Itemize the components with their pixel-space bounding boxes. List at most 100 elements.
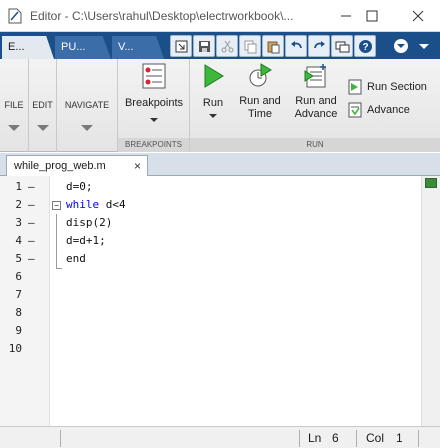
code-line[interactable]: 2 – − while d<4 bbox=[0, 198, 420, 216]
line-number: 4 bbox=[15, 234, 22, 247]
chevron-down-icon bbox=[209, 114, 217, 118]
undo-button[interactable] bbox=[285, 35, 307, 57]
run-and-time-button[interactable]: Run and Time bbox=[234, 63, 286, 121]
edit-group[interactable]: EDIT bbox=[29, 59, 57, 152]
line-number: 2 bbox=[15, 198, 22, 211]
run-label: Run bbox=[202, 97, 224, 109]
breakpoint-marker[interactable]: – bbox=[28, 198, 35, 211]
expand-icon bbox=[394, 39, 408, 53]
code-line[interactable]: 10 bbox=[0, 342, 420, 360]
run-section-label: Run Section bbox=[367, 81, 427, 93]
line-label: Ln bbox=[308, 431, 322, 445]
redo-icon bbox=[313, 40, 325, 48]
close-window-button[interactable] bbox=[398, 0, 438, 32]
navigate-group-label: NAVIGATE bbox=[64, 100, 110, 110]
status-divider bbox=[418, 430, 419, 447]
paste-button[interactable] bbox=[262, 35, 284, 57]
close-icon bbox=[412, 10, 424, 22]
code-line[interactable]: 1 – d=0; bbox=[0, 180, 420, 198]
breakpoint-marker[interactable]: – bbox=[28, 252, 35, 265]
breakpoints-button[interactable]: Breakpoints bbox=[122, 63, 186, 122]
file-group[interactable]: FILE bbox=[0, 59, 29, 152]
column-value: 1 bbox=[396, 431, 403, 445]
keyword-while: while bbox=[66, 198, 100, 211]
status-bar: Ln 6 Col 1 bbox=[0, 426, 440, 448]
code-line[interactable]: 8 bbox=[0, 306, 420, 324]
run-and-advance-icon bbox=[304, 64, 326, 88]
copy-button[interactable] bbox=[239, 35, 261, 57]
line-number: 8 bbox=[15, 306, 22, 319]
title-bar: Editor - C:\Users\rahul\Desktop\electrwo… bbox=[0, 0, 440, 32]
document-tab-bar: while_prog_web.m × bbox=[0, 153, 440, 177]
document-tab[interactable]: while_prog_web.m × bbox=[6, 155, 148, 177]
status-divider bbox=[356, 430, 357, 447]
code-line[interactable]: 6 bbox=[0, 270, 420, 288]
navigate-group[interactable]: NAVIGATE bbox=[57, 59, 118, 152]
code-line[interactable]: 3 – disp(2) bbox=[0, 216, 420, 234]
tab-view[interactable]: V... bbox=[112, 36, 164, 59]
chevron-down-icon bbox=[150, 118, 158, 122]
tab-editor-label: E... bbox=[8, 41, 25, 53]
play-icon bbox=[204, 64, 224, 88]
advance-icon bbox=[348, 102, 362, 118]
undo-icon bbox=[290, 40, 302, 48]
help-icon: ? bbox=[358, 39, 372, 53]
keyword-end: end bbox=[66, 252, 86, 265]
line-number: 3 bbox=[15, 216, 22, 229]
breakpoint-marker[interactable]: – bbox=[28, 216, 35, 229]
switch-windows-button[interactable] bbox=[331, 35, 353, 57]
maximize-button[interactable] bbox=[352, 0, 392, 32]
minimize-icon bbox=[341, 15, 351, 17]
document-tab-label: while_prog_web.m bbox=[14, 160, 106, 172]
quick-access-toolbar: ? bbox=[170, 35, 376, 57]
code-line[interactable]: 5 – end bbox=[0, 252, 420, 270]
save-icon bbox=[198, 40, 210, 52]
code-analyzer-status-icon[interactable] bbox=[425, 178, 437, 188]
breakpoints-label: Breakpoints bbox=[124, 97, 184, 109]
code-line[interactable]: 4 – d=d+1; bbox=[0, 234, 420, 252]
run-group: Run Run and Time Run and Advance Run Sec… bbox=[190, 59, 440, 152]
fold-toggle-icon[interactable]: − bbox=[52, 201, 61, 210]
breakpoints-icon bbox=[142, 63, 166, 89]
tab-editor[interactable]: E... bbox=[2, 36, 54, 59]
fold-guide bbox=[56, 214, 57, 268]
redo-button[interactable] bbox=[308, 35, 330, 57]
dock-button[interactable] bbox=[170, 35, 192, 57]
run-button[interactable]: Run bbox=[196, 63, 230, 118]
close-icon[interactable]: × bbox=[134, 159, 141, 173]
code-editor[interactable]: 1 – d=0; 2 – − while d<4 3 – disp(2) 4 –… bbox=[0, 176, 440, 426]
tab-publish[interactable]: PU... bbox=[55, 36, 111, 59]
save-button[interactable] bbox=[193, 35, 215, 57]
code-line[interactable]: 7 bbox=[0, 288, 420, 306]
code-text: d=0; bbox=[66, 180, 93, 193]
run-section-icon bbox=[348, 79, 362, 95]
vertical-scrollbar[interactable] bbox=[421, 176, 440, 426]
code-condition: d<4 bbox=[99, 198, 126, 211]
copy-icon bbox=[244, 40, 256, 53]
ribbon-options-arrow[interactable] bbox=[419, 44, 429, 49]
cut-button[interactable] bbox=[216, 35, 238, 57]
tab-view-label: V... bbox=[118, 41, 134, 53]
status-message-area bbox=[60, 430, 300, 447]
maximize-icon bbox=[366, 10, 378, 22]
run-section-button[interactable]: Run Section bbox=[347, 79, 427, 95]
breakpoint-marker[interactable]: – bbox=[28, 180, 35, 193]
help-button[interactable]: ? bbox=[354, 35, 376, 57]
cut-icon bbox=[221, 40, 233, 52]
line-number: 5 bbox=[15, 252, 22, 265]
code-text: disp(2) bbox=[66, 216, 113, 229]
advance-button[interactable]: Advance bbox=[347, 102, 410, 118]
run-and-advance-label: Run and Advance bbox=[294, 95, 338, 120]
line-number: 1 bbox=[15, 180, 22, 193]
ribbon: FILE EDIT NAVIGATE Breakpoints BREAKPOIN… bbox=[0, 59, 440, 152]
breakpoint-marker[interactable]: – bbox=[28, 234, 35, 247]
line-number: 10 bbox=[8, 342, 22, 355]
chevron-down-icon bbox=[81, 125, 93, 131]
chevron-down-icon bbox=[36, 125, 49, 131]
column-label: Col bbox=[366, 431, 385, 445]
expand-ribbon-button[interactable] bbox=[393, 38, 409, 54]
run-and-advance-button[interactable]: Run and Advance bbox=[290, 63, 342, 121]
paste-icon bbox=[267, 41, 279, 53]
line-number: 9 bbox=[15, 324, 22, 337]
code-line[interactable]: 9 bbox=[0, 324, 420, 342]
